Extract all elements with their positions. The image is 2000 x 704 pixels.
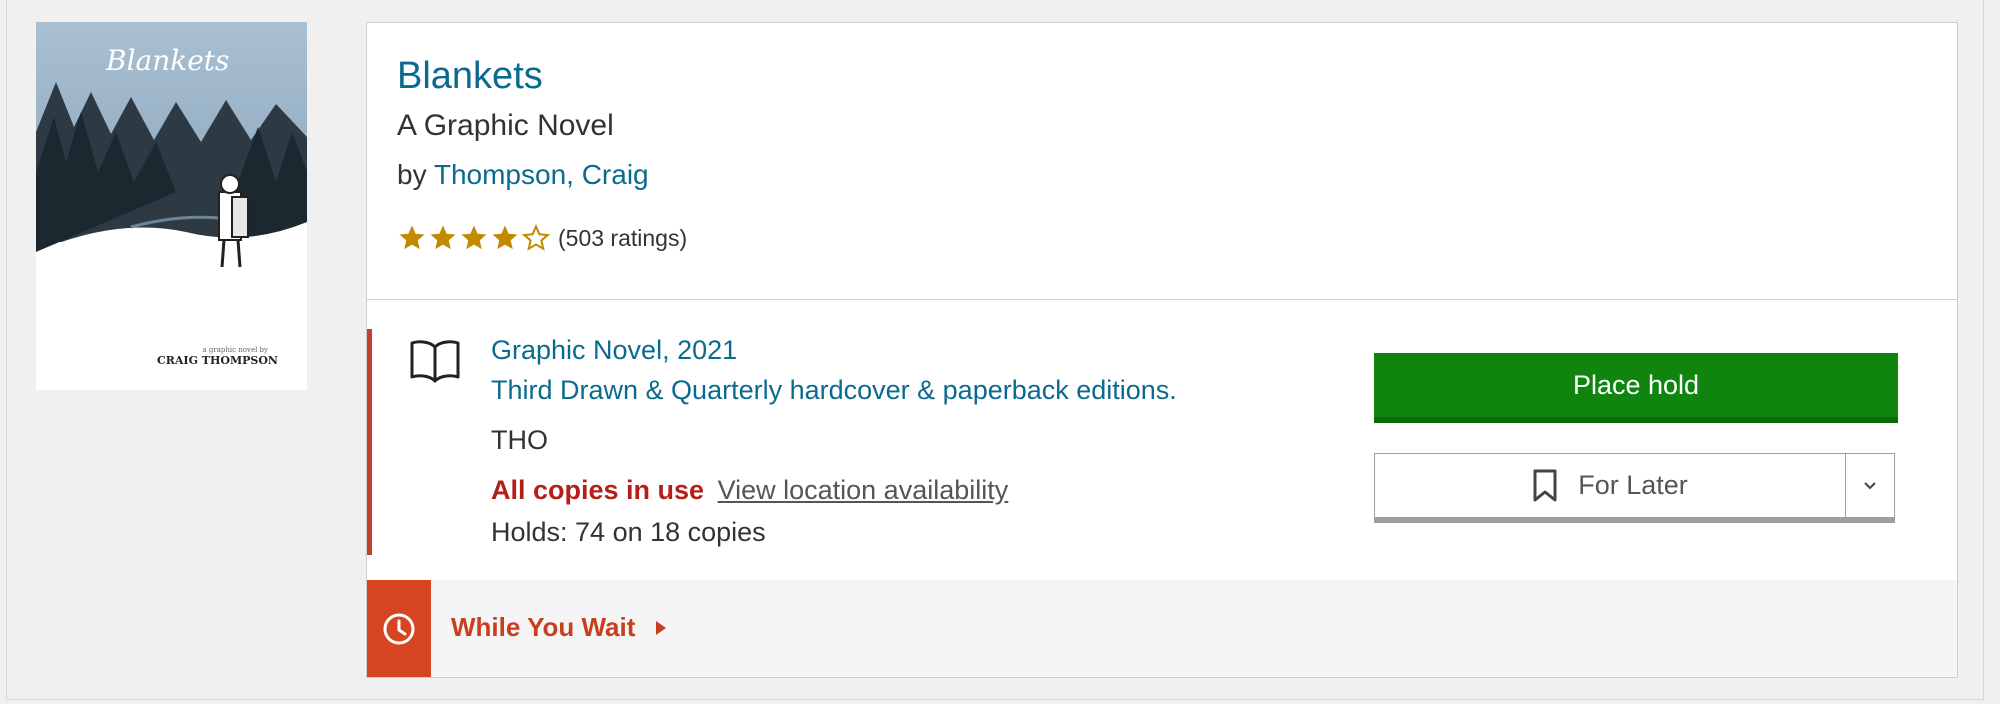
shelf-options-dropdown[interactable]: [1845, 454, 1894, 517]
item-subtitle: A Graphic Novel: [397, 109, 614, 142]
book-cover-image[interactable]: Blankets a graphic novel by CRAIG THOMPS…: [36, 22, 307, 390]
cover-author-art: CRAIG THOMPSON: [157, 354, 278, 367]
rating-count[interactable]: (503 ratings): [558, 225, 687, 252]
edition-note-link[interactable]: Third Drawn & Quarterly hardcover & pape…: [491, 375, 1177, 406]
star-empty-icon: [521, 223, 551, 251]
chevron-down-icon: [1864, 481, 1876, 489]
holds-count: Holds: 74 on 18 copies: [491, 517, 766, 547]
caret-right-icon: [656, 620, 667, 635]
star-rating: (503 ratings): [397, 223, 687, 253]
byline-prefix: by: [397, 159, 427, 190]
book-icon: [410, 340, 460, 383]
while-you-wait-row: While You Wait: [367, 580, 1957, 677]
star-filled-icon: [492, 225, 518, 250]
clock-icon: [383, 613, 415, 644]
star-filled-icon: [399, 225, 425, 250]
star-filled-icon: [430, 225, 456, 250]
for-later-label: For Later: [1578, 470, 1688, 500]
call-number: THO: [491, 425, 548, 455]
format-year-link[interactable]: Graphic Novel, 2021: [491, 335, 737, 366]
availability-status-bar: [367, 329, 372, 555]
while-you-wait-link[interactable]: While You Wait: [451, 612, 667, 643]
section-divider: [367, 299, 1957, 300]
view-availability-link[interactable]: View location availability: [718, 475, 1009, 505]
availability-line: All copies in use View location availabi…: [491, 475, 1008, 506]
while-you-wait-label: While You Wait: [451, 612, 636, 642]
bookmark-icon: [1533, 469, 1557, 501]
author-link[interactable]: Thompson, Craig: [434, 159, 649, 190]
cover-tagline-art: a graphic novel by: [203, 346, 269, 354]
while-you-wait-icon-box: [367, 580, 431, 677]
star-filled-icon: [461, 225, 487, 250]
for-later-split-button: For Later: [1374, 453, 1895, 523]
cover-title-art: Blankets: [105, 44, 229, 77]
search-result-card: Blankets A Graphic Novel by Thompson, Cr…: [366, 22, 1958, 678]
item-title-link[interactable]: Blankets: [397, 55, 543, 98]
availability-status: All copies in use: [491, 475, 705, 505]
byline: by Thompson, Craig: [397, 159, 649, 191]
for-later-button[interactable]: For Later: [1375, 454, 1845, 517]
place-hold-button[interactable]: Place hold: [1374, 353, 1898, 423]
